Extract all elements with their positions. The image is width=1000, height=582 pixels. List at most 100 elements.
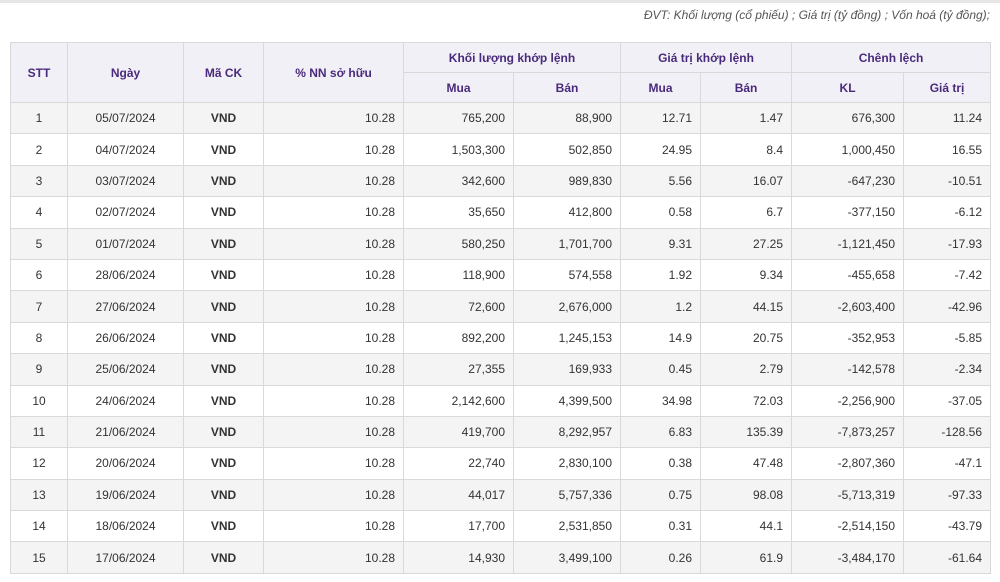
- header-volume-sell: Bán: [512, 72, 622, 103]
- cell-volume-buy: 72,600: [403, 290, 514, 323]
- cell-stock-code: VND: [183, 196, 264, 229]
- cell-value-buy: 34.98: [620, 384, 702, 417]
- cell-volume-sell: 2,676,000: [512, 290, 622, 323]
- cell-stt: 12: [10, 447, 68, 480]
- cell-stt: 14: [10, 510, 68, 543]
- cell-stock-code: VND: [183, 353, 264, 386]
- cell-diff-value: -6.12: [903, 196, 992, 229]
- cell-volume-buy: 419,700: [403, 415, 514, 449]
- cell-volume-sell: 5,757,336: [512, 478, 622, 512]
- cell-value-sell: 61.9: [700, 541, 793, 574]
- foreign-trading-table: STT Ngày Mã CK % NN sở hữu Khối lượng kh…: [10, 42, 992, 574]
- cell-volume-sell: 574,558: [512, 258, 622, 292]
- cell-stt: 3: [10, 164, 68, 198]
- cell-volume-buy: 765,200: [403, 101, 514, 135]
- table-row: 5 01/07/2024 VND 10.28 580,250 1,701,700 9.31 2…: [10, 227, 992, 260]
- cell-foreign-pct: 10.28: [263, 415, 404, 449]
- cell-volume-sell: 3,499,100: [512, 541, 622, 574]
- table-row: 14 18/06/2024 VND 10.28 17,700 2,531,850 0.31 4…: [10, 510, 992, 543]
- cell-value-sell: 9.34: [700, 258, 793, 292]
- cell-stock-code: VND: [183, 290, 264, 323]
- cell-foreign-pct: 10.28: [263, 541, 404, 574]
- cell-volume-buy: 14,930: [403, 541, 514, 574]
- cell-diff-value: 11.24: [903, 101, 992, 135]
- cell-stt: 7: [10, 290, 68, 323]
- cell-volume-sell: 88,900: [512, 101, 622, 135]
- cell-stock-code: VND: [183, 510, 264, 543]
- header-diff-volume: KL: [791, 72, 905, 103]
- cell-date: 04/07/2024: [67, 133, 184, 166]
- top-divider: [0, 0, 1000, 3]
- cell-stock-code: VND: [183, 101, 264, 135]
- cell-value-sell: 27.25: [700, 227, 793, 260]
- cell-value-sell: 16.07: [700, 164, 793, 198]
- table-row: 10 24/06/2024 VND 10.28 2,142,600 4,399,500 34…: [10, 384, 992, 417]
- cell-foreign-pct: 10.28: [263, 353, 404, 386]
- table-body: 1 05/07/2024 VND 10.28 765,200 88,900 12.71 1.4…: [10, 101, 992, 574]
- cell-diff-volume: -2,256,900: [791, 384, 905, 417]
- cell-stock-code: VND: [183, 447, 264, 480]
- cell-diff-volume: -377,150: [791, 196, 905, 229]
- table-header: STT Ngày Mã CK % NN sở hữu Khối lượng kh…: [10, 42, 992, 103]
- cell-diff-volume: -2,807,360: [791, 447, 905, 480]
- cell-diff-value: -10.51: [903, 164, 992, 198]
- cell-volume-sell: 1,245,153: [512, 321, 622, 355]
- cell-value-sell: 44.15: [700, 290, 793, 323]
- cell-stock-code: VND: [183, 227, 264, 260]
- cell-stock-code: VND: [183, 541, 264, 574]
- table-row: 11 21/06/2024 VND 10.28 419,700 8,292,957 6.83…: [10, 415, 992, 449]
- cell-diff-volume: -455,658: [791, 258, 905, 292]
- cell-stock-code: VND: [183, 258, 264, 292]
- cell-date: 25/06/2024: [67, 353, 184, 386]
- cell-date: 02/07/2024: [67, 196, 184, 229]
- cell-stt: 9: [10, 353, 68, 386]
- cell-stt: 10: [10, 384, 68, 417]
- cell-foreign-pct: 10.28: [263, 290, 404, 323]
- cell-stt: 2: [10, 133, 68, 166]
- cell-diff-volume: 1,000,450: [791, 133, 905, 166]
- cell-value-buy: 24.95: [620, 133, 702, 166]
- cell-value-sell: 20.75: [700, 321, 793, 355]
- cell-value-buy: 5.56: [620, 164, 702, 198]
- cell-foreign-pct: 10.28: [263, 101, 404, 135]
- cell-volume-buy: 892,200: [403, 321, 514, 355]
- cell-diff-volume: -2,514,150: [791, 510, 905, 543]
- cell-volume-sell: 989,830: [512, 164, 622, 198]
- cell-foreign-pct: 10.28: [263, 258, 404, 292]
- cell-diff-value: -128.56: [903, 415, 992, 449]
- cell-volume-buy: 35,650: [403, 196, 514, 229]
- cell-date: 01/07/2024: [67, 227, 184, 260]
- header-code: Mã CK: [183, 42, 264, 103]
- cell-value-sell: 44.1: [700, 510, 793, 543]
- cell-stt: 11: [10, 415, 68, 449]
- cell-foreign-pct: 10.28: [263, 447, 404, 480]
- cell-volume-sell: 412,800: [512, 196, 622, 229]
- cell-diff-value: -47.1: [903, 447, 992, 480]
- cell-stock-code: VND: [183, 133, 264, 166]
- table-row: 6 28/06/2024 VND 10.28 118,900 574,558 1.92 9.3…: [10, 258, 992, 292]
- table-row: 7 27/06/2024 VND 10.28 72,600 2,676,000 1.2 44.…: [10, 290, 992, 323]
- table-row: 13 19/06/2024 VND 10.28 44,017 5,757,336 0.75 9…: [10, 478, 992, 512]
- cell-diff-volume: 676,300: [791, 101, 905, 135]
- cell-value-buy: 0.26: [620, 541, 702, 574]
- cell-stock-code: VND: [183, 321, 264, 355]
- cell-volume-sell: 1,701,700: [512, 227, 622, 260]
- cell-volume-sell: 169,933: [512, 353, 622, 386]
- cell-stt: 15: [10, 541, 68, 574]
- cell-stock-code: VND: [183, 164, 264, 198]
- cell-value-sell: 98.08: [700, 478, 793, 512]
- cell-date: 03/07/2024: [67, 164, 184, 198]
- cell-date: 28/06/2024: [67, 258, 184, 292]
- cell-stock-code: VND: [183, 415, 264, 449]
- cell-value-buy: 9.31: [620, 227, 702, 260]
- cell-foreign-pct: 10.28: [263, 164, 404, 198]
- cell-foreign-pct: 10.28: [263, 227, 404, 260]
- cell-diff-value: -43.79: [903, 510, 992, 543]
- cell-value-sell: 72.03: [700, 384, 793, 417]
- cell-stt: 4: [10, 196, 68, 229]
- cell-diff-volume: -647,230: [791, 164, 905, 198]
- header-date: Ngày: [67, 42, 184, 103]
- cell-diff-volume: -1,121,450: [791, 227, 905, 260]
- cell-diff-value: -42.96: [903, 290, 992, 323]
- cell-volume-sell: 2,830,100: [512, 447, 622, 480]
